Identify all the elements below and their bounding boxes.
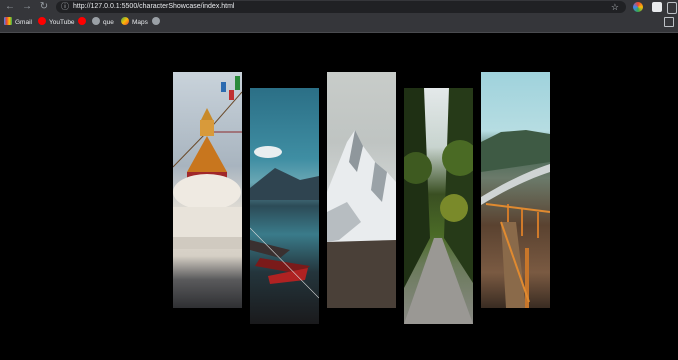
bookmark-star-icon[interactable]: ☆	[611, 1, 619, 13]
site-info-icon[interactable]: ⓘ	[60, 1, 70, 13]
browser-toolbar: ← → ↻ ⓘ http://127.0.0.1:5500/characterS…	[0, 0, 678, 14]
gmail-icon	[4, 17, 12, 26]
gallery-image-mountain-road[interactable]	[481, 72, 550, 308]
mountain-illustration	[327, 130, 396, 308]
back-icon[interactable]: ←	[4, 1, 16, 13]
forest-road-illustration	[404, 88, 473, 324]
reload-icon[interactable]: ↻	[38, 1, 50, 13]
profile-avatar[interactable]	[633, 2, 643, 12]
globe-icon	[152, 17, 160, 26]
bookmark-youtube[interactable]: YouTube	[38, 17, 75, 29]
gallery-image-mountain[interactable]	[327, 72, 396, 308]
extension-icon[interactable]	[652, 2, 662, 12]
bookmark-gmail[interactable]: Gmail	[4, 17, 32, 29]
bookmark-label: Maps	[132, 19, 148, 26]
globe-icon	[92, 17, 100, 26]
url-text: http://127.0.0.1:5500/characterShowcase/…	[73, 3, 235, 10]
youtube-icon	[38, 17, 46, 26]
forward-icon[interactable]: →	[21, 1, 33, 13]
maps-icon	[121, 17, 129, 26]
gallery-image-stupa[interactable]	[173, 72, 242, 308]
stupa-illustration	[173, 76, 242, 249]
bookmark-maps[interactable]: Maps	[121, 17, 148, 29]
lake-illustration	[250, 146, 319, 299]
address-bar[interactable]: ⓘ http://127.0.0.1:5500/characterShowcas…	[56, 1, 626, 13]
other-bookmarks-icon[interactable]	[664, 17, 674, 27]
mountain-road-illustration	[481, 130, 550, 308]
bookmark-que[interactable]: que	[92, 17, 114, 29]
gallery-image-lake[interactable]	[250, 88, 319, 324]
bookmark-label: Gmail	[15, 19, 32, 26]
bookmark-label: YouTube	[49, 19, 75, 26]
bookmark-globe[interactable]	[152, 17, 163, 29]
bookmark-label: que	[103, 19, 114, 26]
bookmark-youtube-2[interactable]	[78, 17, 89, 29]
gallery-image-forest-road[interactable]	[404, 88, 473, 324]
extensions-puzzle-icon[interactable]	[667, 2, 677, 14]
youtube-icon	[78, 17, 86, 26]
bookmarks-bar: Gmail YouTube que Maps	[0, 14, 678, 33]
